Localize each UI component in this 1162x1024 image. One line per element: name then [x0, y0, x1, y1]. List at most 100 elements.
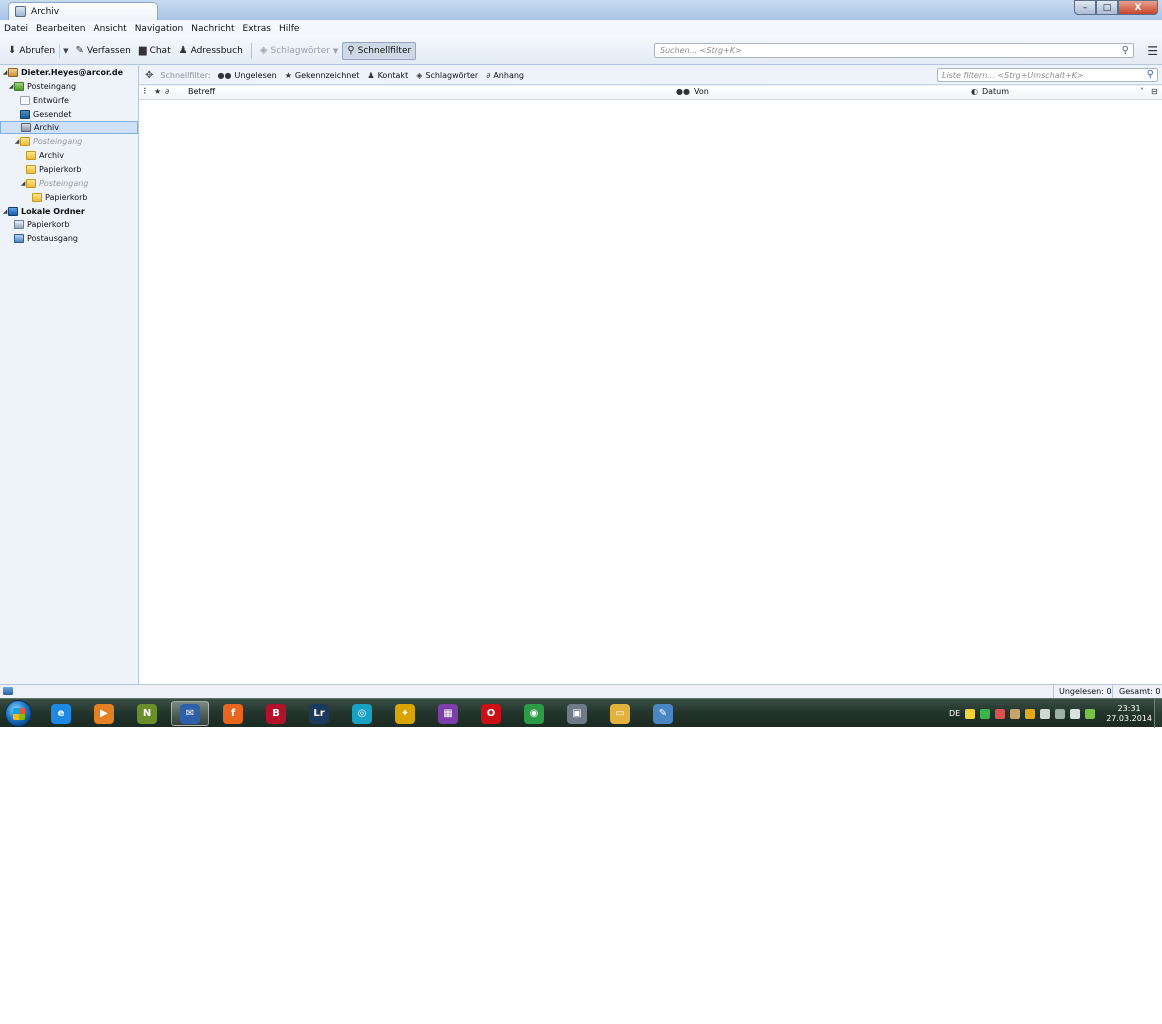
taskbar-notepad-plus[interactable]: N [128, 701, 166, 726]
thread-icon: ⠇ [143, 87, 149, 96]
search-icon[interactable]: ⚲ [1147, 69, 1154, 80]
taskbar-paint[interactable]: ✎ [644, 701, 682, 726]
chat-button[interactable]: ▆ Chat [135, 42, 175, 60]
close-button[interactable]: X [1118, 0, 1158, 15]
taskbar-photo-app[interactable]: ▣ [558, 701, 596, 726]
taskbar-opera[interactable]: O [472, 701, 510, 726]
flag-icon[interactable] [995, 708, 1006, 719]
status-bar: Ungelesen: 0 Gesamt: 0 [0, 684, 1162, 698]
tab-archiv[interactable]: Archiv [8, 2, 158, 20]
filter-unread-button[interactable]: ●● Ungelesen [218, 71, 277, 80]
app-menu-icon[interactable]: ☰ [1147, 44, 1158, 58]
app-yellow-icon: ✦ [395, 703, 415, 724]
folder-item[interactable]: ◢ Lokale Ordner [0, 205, 138, 218]
folder-item[interactable]: Archiv [0, 149, 138, 162]
folder-item[interactable]: Archiv [0, 121, 138, 135]
folder-item[interactable]: Entwürfe [0, 94, 138, 107]
shield-icon[interactable] [965, 708, 976, 719]
folder-label: Postausgang [27, 234, 79, 244]
trash-folder-icon [14, 220, 24, 230]
folder-item[interactable]: Postausgang [0, 232, 138, 245]
menu-hilfe[interactable]: Hilfe [279, 24, 299, 34]
search-icon[interactable]: ⚲ [1122, 45, 1129, 56]
minimize-button[interactable]: – [1074, 0, 1096, 15]
folder-item[interactable]: ◢ Dieter.Heyes@arcor.de [0, 66, 138, 79]
taskbar-lightroom[interactable]: Lr [300, 701, 338, 726]
column-date[interactable]: ◐ Datum [971, 87, 1009, 96]
chat-bubble-icon: ▆ [138, 45, 147, 56]
get-mail-button[interactable]: ⬇ Abrufen [4, 42, 59, 60]
address-book-button[interactable]: ♟ Adressbuch [175, 42, 247, 60]
archive-icon [15, 6, 26, 17]
chat-label: Chat [149, 45, 171, 56]
taskbar-app-red[interactable]: B [257, 701, 295, 726]
column-from[interactable]: ●● Von [676, 87, 709, 96]
tab-title: Archiv [31, 6, 60, 17]
column-picker-icon[interactable]: ⊟ [1151, 87, 1158, 96]
pin-icon[interactable]: ✥ [145, 70, 153, 81]
filter-starred-label: Gekennzeichnet [294, 70, 360, 80]
taskbar-firefox[interactable]: f [214, 701, 252, 726]
network-icon[interactable] [1055, 708, 1066, 719]
app-tray-icon[interactable] [1025, 708, 1036, 719]
tags-button[interactable]: ◈ Schlagwörter ▼ [256, 42, 343, 60]
menu-navigation[interactable]: Navigation [135, 24, 184, 34]
volume-icon[interactable] [1070, 708, 1081, 719]
security-icon[interactable] [980, 708, 991, 719]
column-attachment[interactable]: ∂ [165, 87, 169, 96]
menu-nachricht[interactable]: Nachricht [191, 24, 234, 34]
lightroom-icon: Lr [309, 703, 329, 724]
sort-ascending-icon[interactable]: ˄ [1140, 87, 1144, 96]
taskbar-app-teal[interactable]: ◎ [343, 701, 381, 726]
action-center-icon[interactable] [1040, 708, 1051, 719]
folder-item[interactable]: ◢ Posteingang [0, 80, 138, 93]
filter-attachment-button[interactable]: ∂ Anhang [486, 71, 524, 80]
menu-extras[interactable]: Extras [243, 24, 271, 34]
star-icon: ★ [284, 70, 292, 80]
pen-icon[interactable] [1010, 708, 1021, 719]
search-input[interactable]: Suchen... <Strg+K> ⚲ [654, 43, 1134, 58]
taskbar-explorer[interactable]: ▭ [601, 701, 639, 726]
column-subject[interactable]: Betreff [188, 87, 215, 96]
start-button[interactable] [5, 700, 32, 727]
compose-label: Verfassen [86, 45, 131, 56]
menu-ansicht[interactable]: Ansicht [93, 24, 126, 34]
clock[interactable]: 23:31 27.03.2014 [1106, 704, 1152, 724]
folder-item[interactable]: Papierkorb [0, 218, 138, 231]
thread-pane[interactable]: ⠇ ★ ∂ Betreff ●● Von ◐ Datum ˄ ⊟ [139, 86, 1162, 684]
menu-bearbeiten[interactable]: Bearbeiten [36, 24, 85, 34]
folder-item[interactable]: Papierkorb [0, 191, 138, 204]
filter-tags-button[interactable]: ◈ Schlagwörter [416, 71, 478, 80]
language-indicator[interactable]: DE [949, 709, 960, 718]
sent-folder-icon [20, 109, 30, 119]
compose-button[interactable]: ✎ Verfassen [71, 42, 134, 60]
maximize-button[interactable]: □ [1096, 0, 1118, 15]
folder-item[interactable]: Gesendet [0, 108, 138, 121]
column-from-label: Von [693, 87, 709, 96]
taskbar-app-yellow[interactable]: ✦ [386, 701, 424, 726]
folder-folder-icon [32, 192, 42, 202]
taskbar-internet-explorer[interactable]: e [42, 701, 80, 726]
folder-folder-icon [26, 178, 36, 188]
folder-item[interactable]: Papierkorb [0, 163, 138, 176]
sync-icon[interactable] [1085, 708, 1096, 719]
unread-dots-icon: ●● [217, 70, 232, 80]
status-divider [1053, 685, 1054, 698]
taskbar-thunderbird[interactable]: ✉ [171, 701, 209, 726]
taskbar-app-multicolor[interactable]: ▦ [429, 701, 467, 726]
get-mail-dropdown[interactable]: ▼ [59, 43, 71, 58]
taskbar-chrome[interactable]: ◉ [515, 701, 553, 726]
taskbar-media-player[interactable]: ▶ [85, 701, 123, 726]
filter-starred-button[interactable]: ★ Gekennzeichnet [285, 71, 360, 80]
menu-datei[interactable]: Datei [4, 24, 28, 34]
folder-item[interactable]: ◢ Posteingang [0, 177, 138, 190]
folder-item[interactable]: ◢ Posteingang [0, 135, 138, 148]
filter-list-input[interactable]: Liste filtern... <Strg+Umschalt+K> ⚲ [937, 68, 1158, 82]
online-status-icon[interactable] [3, 687, 13, 695]
quick-filter-button[interactable]: ⚲ Schnellfilter [342, 41, 417, 60]
column-starred[interactable]: ★ [154, 87, 161, 96]
filter-contact-button[interactable]: ♟ Kontakt [367, 71, 408, 80]
show-desktop-button[interactable] [1154, 699, 1162, 728]
star-icon: ★ [154, 87, 162, 96]
column-thread[interactable]: ⠇ [143, 87, 149, 96]
